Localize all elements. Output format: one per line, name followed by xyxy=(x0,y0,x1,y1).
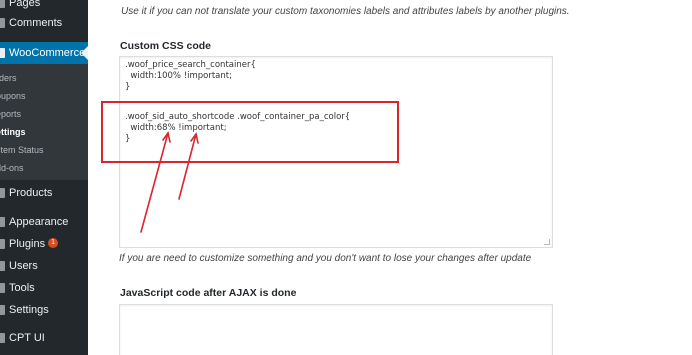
arrow-2-shaft xyxy=(178,133,197,200)
arrow-1-shaft xyxy=(140,132,169,233)
annotation-arrows xyxy=(140,131,199,233)
